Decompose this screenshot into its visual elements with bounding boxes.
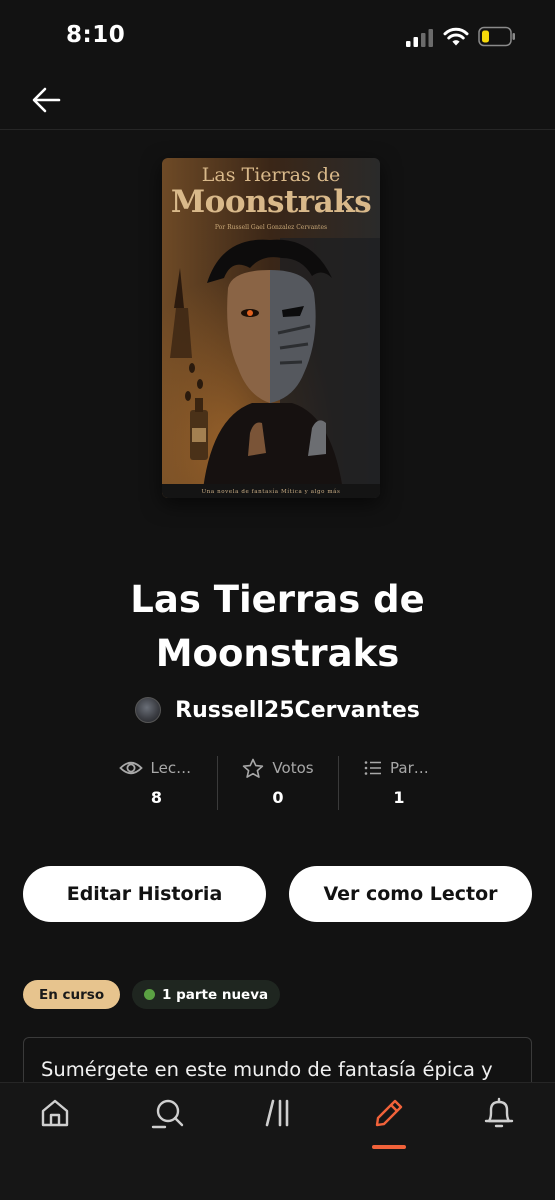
- tab-home[interactable]: [27, 1097, 83, 1149]
- new-parts-badge: 1 parte nueva: [132, 980, 281, 1009]
- active-tab-indicator: [372, 1145, 406, 1149]
- arrow-left-icon: [32, 87, 61, 113]
- top-navigation: [0, 70, 555, 130]
- cellular-signal-icon: [406, 29, 433, 47]
- author-name: Russell25Cervantes: [175, 697, 420, 723]
- view-as-reader-button[interactable]: Ver como Lector: [289, 866, 532, 922]
- stat-votes-value: 0: [272, 788, 284, 807]
- tab-notifications[interactable]: [471, 1097, 527, 1149]
- story-title: Las Tierras de Moonstraks: [130, 578, 425, 675]
- status-bar: 8:10: [0, 0, 555, 70]
- cover-tagline: Una novela de fantasía Mítica y algo más: [201, 489, 341, 495]
- battery-icon: [478, 26, 515, 47]
- stat-votes: Votos 0: [217, 756, 338, 810]
- book-cover[interactable]: Las Tierras de Moonstraks Por Russell Ga…: [162, 158, 380, 498]
- back-button[interactable]: [28, 82, 64, 118]
- list-icon: [364, 761, 381, 775]
- search-icon: [151, 1099, 184, 1129]
- star-icon: [243, 758, 264, 778]
- stat-parts: Partes 1: [338, 756, 459, 810]
- eye-icon: [118, 761, 143, 775]
- cover-author: Por Russell Gael Gonzalez Cervantes: [214, 224, 328, 231]
- new-parts-label: 1 parte nueva: [162, 986, 269, 1003]
- new-dot-icon: [144, 989, 155, 1000]
- stat-parts-label: Partes: [390, 759, 434, 777]
- write-icon: [375, 1099, 403, 1127]
- notifications-icon: [484, 1097, 514, 1128]
- stat-reads-value: 8: [150, 788, 163, 807]
- tab-write[interactable]: [361, 1097, 417, 1149]
- story-stats: Lecturas 8 Votos 0 Partes 1: [96, 756, 459, 810]
- library-icon: [265, 1099, 289, 1127]
- stat-reads: Lecturas 8: [96, 756, 217, 810]
- home-icon: [41, 1099, 69, 1127]
- cover-title-line1: Las Tierras de: [201, 164, 341, 186]
- wifi-icon: [443, 27, 469, 46]
- tab-library[interactable]: [251, 1097, 307, 1149]
- status-badge: En curso: [23, 980, 121, 1009]
- stat-reads-label: Lecturas: [150, 759, 195, 777]
- tab-search[interactable]: [139, 1097, 195, 1149]
- avatar: [135, 697, 162, 723]
- stat-parts-value: 1: [393, 788, 405, 807]
- edit-story-button[interactable]: Editar Historia: [23, 866, 266, 922]
- description-text: Sumérgete en este mundo de fantasía épic…: [41, 1058, 493, 1081]
- status-time: 8:10: [66, 22, 126, 48]
- cover-title-line2: Moonstraks: [170, 184, 372, 220]
- bottom-tab-bar: [0, 1082, 555, 1200]
- stat-votes-label: Votos: [272, 759, 314, 777]
- author-link[interactable]: Russell25Cervantes: [0, 690, 555, 730]
